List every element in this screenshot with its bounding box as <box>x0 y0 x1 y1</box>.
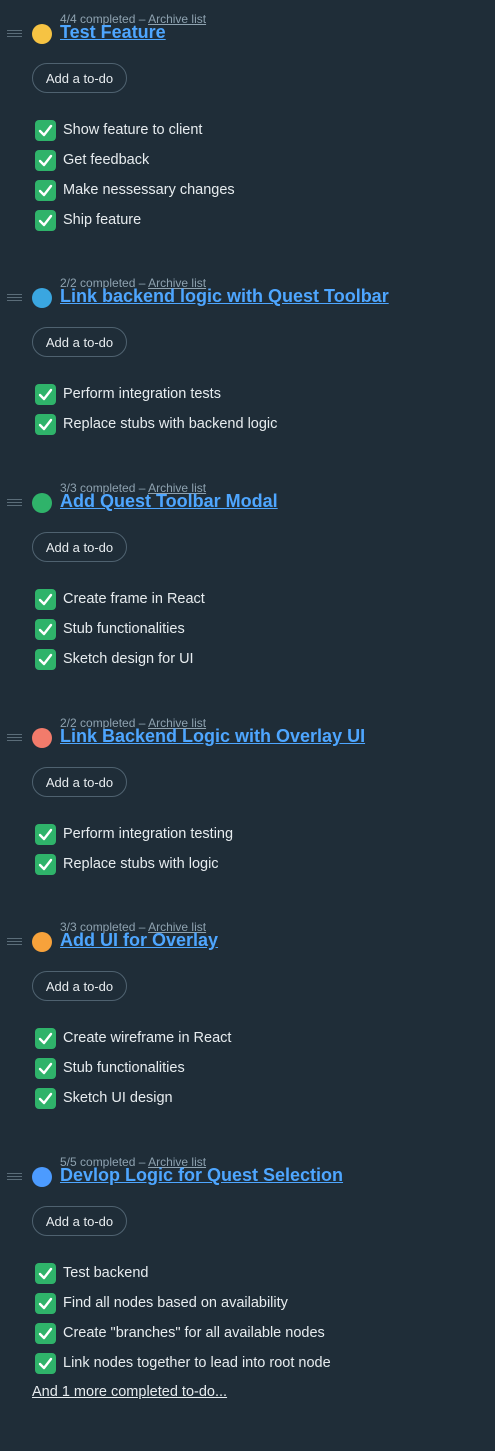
checkbox-checked-icon[interactable] <box>35 648 56 670</box>
todo-text: Sketch UI design <box>63 1090 173 1106</box>
todo-text: Create wireframe in React <box>63 1030 232 1046</box>
add-todo-button[interactable]: Add a to-do <box>32 1206 127 1236</box>
add-todo-button[interactable]: Add a to-do <box>32 767 127 797</box>
todo-text: Find all nodes based on availability <box>63 1295 288 1311</box>
drag-handle-icon[interactable] <box>7 734 22 741</box>
checkbox-checked-icon[interactable] <box>35 823 56 845</box>
checkbox-checked-icon[interactable] <box>35 179 56 201</box>
add-todo-button[interactable]: Add a to-do <box>32 327 127 357</box>
todo-item: Sketch design for UI <box>35 648 194 670</box>
todo-item: Replace stubs with backend logic <box>35 413 277 435</box>
todo-item: Stub functionalities <box>35 618 185 640</box>
checkbox-checked-icon[interactable] <box>35 1087 56 1109</box>
checkbox-checked-icon[interactable] <box>35 1292 56 1314</box>
checkbox-checked-icon[interactable] <box>35 1322 56 1344</box>
drag-handle-icon[interactable] <box>7 499 22 506</box>
list-color-dot <box>32 728 52 748</box>
todo-text: Get feedback <box>63 152 150 168</box>
add-todo-button[interactable]: Add a to-do <box>32 532 127 562</box>
checkbox-checked-icon[interactable] <box>35 853 56 875</box>
todo-text: Perform integration testing <box>63 826 234 842</box>
todo-text: Make nessessary changes <box>63 182 235 198</box>
checkbox-checked-icon[interactable] <box>35 119 56 141</box>
checkbox-checked-icon[interactable] <box>35 383 56 405</box>
checkbox-checked-icon[interactable] <box>35 149 56 171</box>
list-color-dot <box>32 932 52 952</box>
drag-handle-icon[interactable] <box>7 30 22 37</box>
todo-text: Sketch design for UI <box>63 651 194 667</box>
todo-item: Show feature to client <box>35 119 202 141</box>
checkbox-checked-icon[interactable] <box>35 1262 56 1284</box>
todo-item: Test backend <box>35 1262 148 1284</box>
drag-handle-icon[interactable] <box>7 938 22 945</box>
todo-text: Ship feature <box>63 212 142 228</box>
list-color-dot <box>32 288 52 308</box>
more-completed-link[interactable]: And 1 more completed to-do... <box>32 1384 227 1400</box>
todo-text: Stub functionalities <box>63 1060 185 1076</box>
list-color-dot <box>32 1167 52 1187</box>
todo-text: Replace stubs with backend logic <box>63 416 278 432</box>
todo-text: Perform integration tests <box>63 386 221 402</box>
add-todo-button[interactable]: Add a to-do <box>32 971 127 1001</box>
todo-text: Replace stubs with logic <box>63 856 219 872</box>
todo-item: Ship feature <box>35 209 141 231</box>
drag-handle-icon[interactable] <box>7 294 22 301</box>
checkbox-checked-icon[interactable] <box>35 588 56 610</box>
checkbox-checked-icon[interactable] <box>35 209 56 231</box>
todo-item: Perform integration tests <box>35 383 221 405</box>
todo-item: Make nessessary changes <box>35 179 235 201</box>
list-title-link[interactable]: Add UI for Overlay <box>60 930 218 951</box>
checkbox-checked-icon[interactable] <box>35 1027 56 1049</box>
todo-item: Stub functionalities <box>35 1057 185 1079</box>
todo-item: Get feedback <box>35 149 149 171</box>
todo-item: Create wireframe in React <box>35 1027 231 1049</box>
todo-item: Create "branches" for all available node… <box>35 1322 325 1344</box>
checkbox-checked-icon[interactable] <box>35 1057 56 1079</box>
todo-text: Create frame in React <box>63 591 205 607</box>
list-title-link[interactable]: Link backend logic with Quest Toolbar <box>60 286 389 307</box>
add-todo-button[interactable]: Add a to-do <box>32 63 127 93</box>
todo-item: Create frame in React <box>35 588 205 610</box>
list-title-link[interactable]: Add Quest Toolbar Modal <box>60 491 278 512</box>
drag-handle-icon[interactable] <box>7 1173 22 1180</box>
todo-text: Create "branches" for all available node… <box>63 1325 325 1341</box>
todo-item: Link nodes together to lead into root no… <box>35 1352 331 1374</box>
todo-text: Stub functionalities <box>63 621 185 637</box>
todo-text: Link nodes together to lead into root no… <box>63 1355 331 1371</box>
list-title-link[interactable]: Test Feature <box>60 22 166 43</box>
checkbox-checked-icon[interactable] <box>35 1352 56 1374</box>
list-title-link[interactable]: Link Backend Logic with Overlay UI <box>60 726 365 747</box>
todo-text: Show feature to client <box>63 122 203 138</box>
list-color-dot <box>32 493 52 513</box>
list-color-dot <box>32 24 52 44</box>
list-title-link[interactable]: Devlop Logic for Quest Selection <box>60 1165 343 1186</box>
todo-item: Replace stubs with logic <box>35 853 219 875</box>
todo-item: Perform integration testing <box>35 823 233 845</box>
todo-item: Sketch UI design <box>35 1087 173 1109</box>
checkbox-checked-icon[interactable] <box>35 618 56 640</box>
todo-text: Test backend <box>63 1265 149 1281</box>
todo-item: Find all nodes based on availability <box>35 1292 288 1314</box>
checkbox-checked-icon[interactable] <box>35 413 56 435</box>
